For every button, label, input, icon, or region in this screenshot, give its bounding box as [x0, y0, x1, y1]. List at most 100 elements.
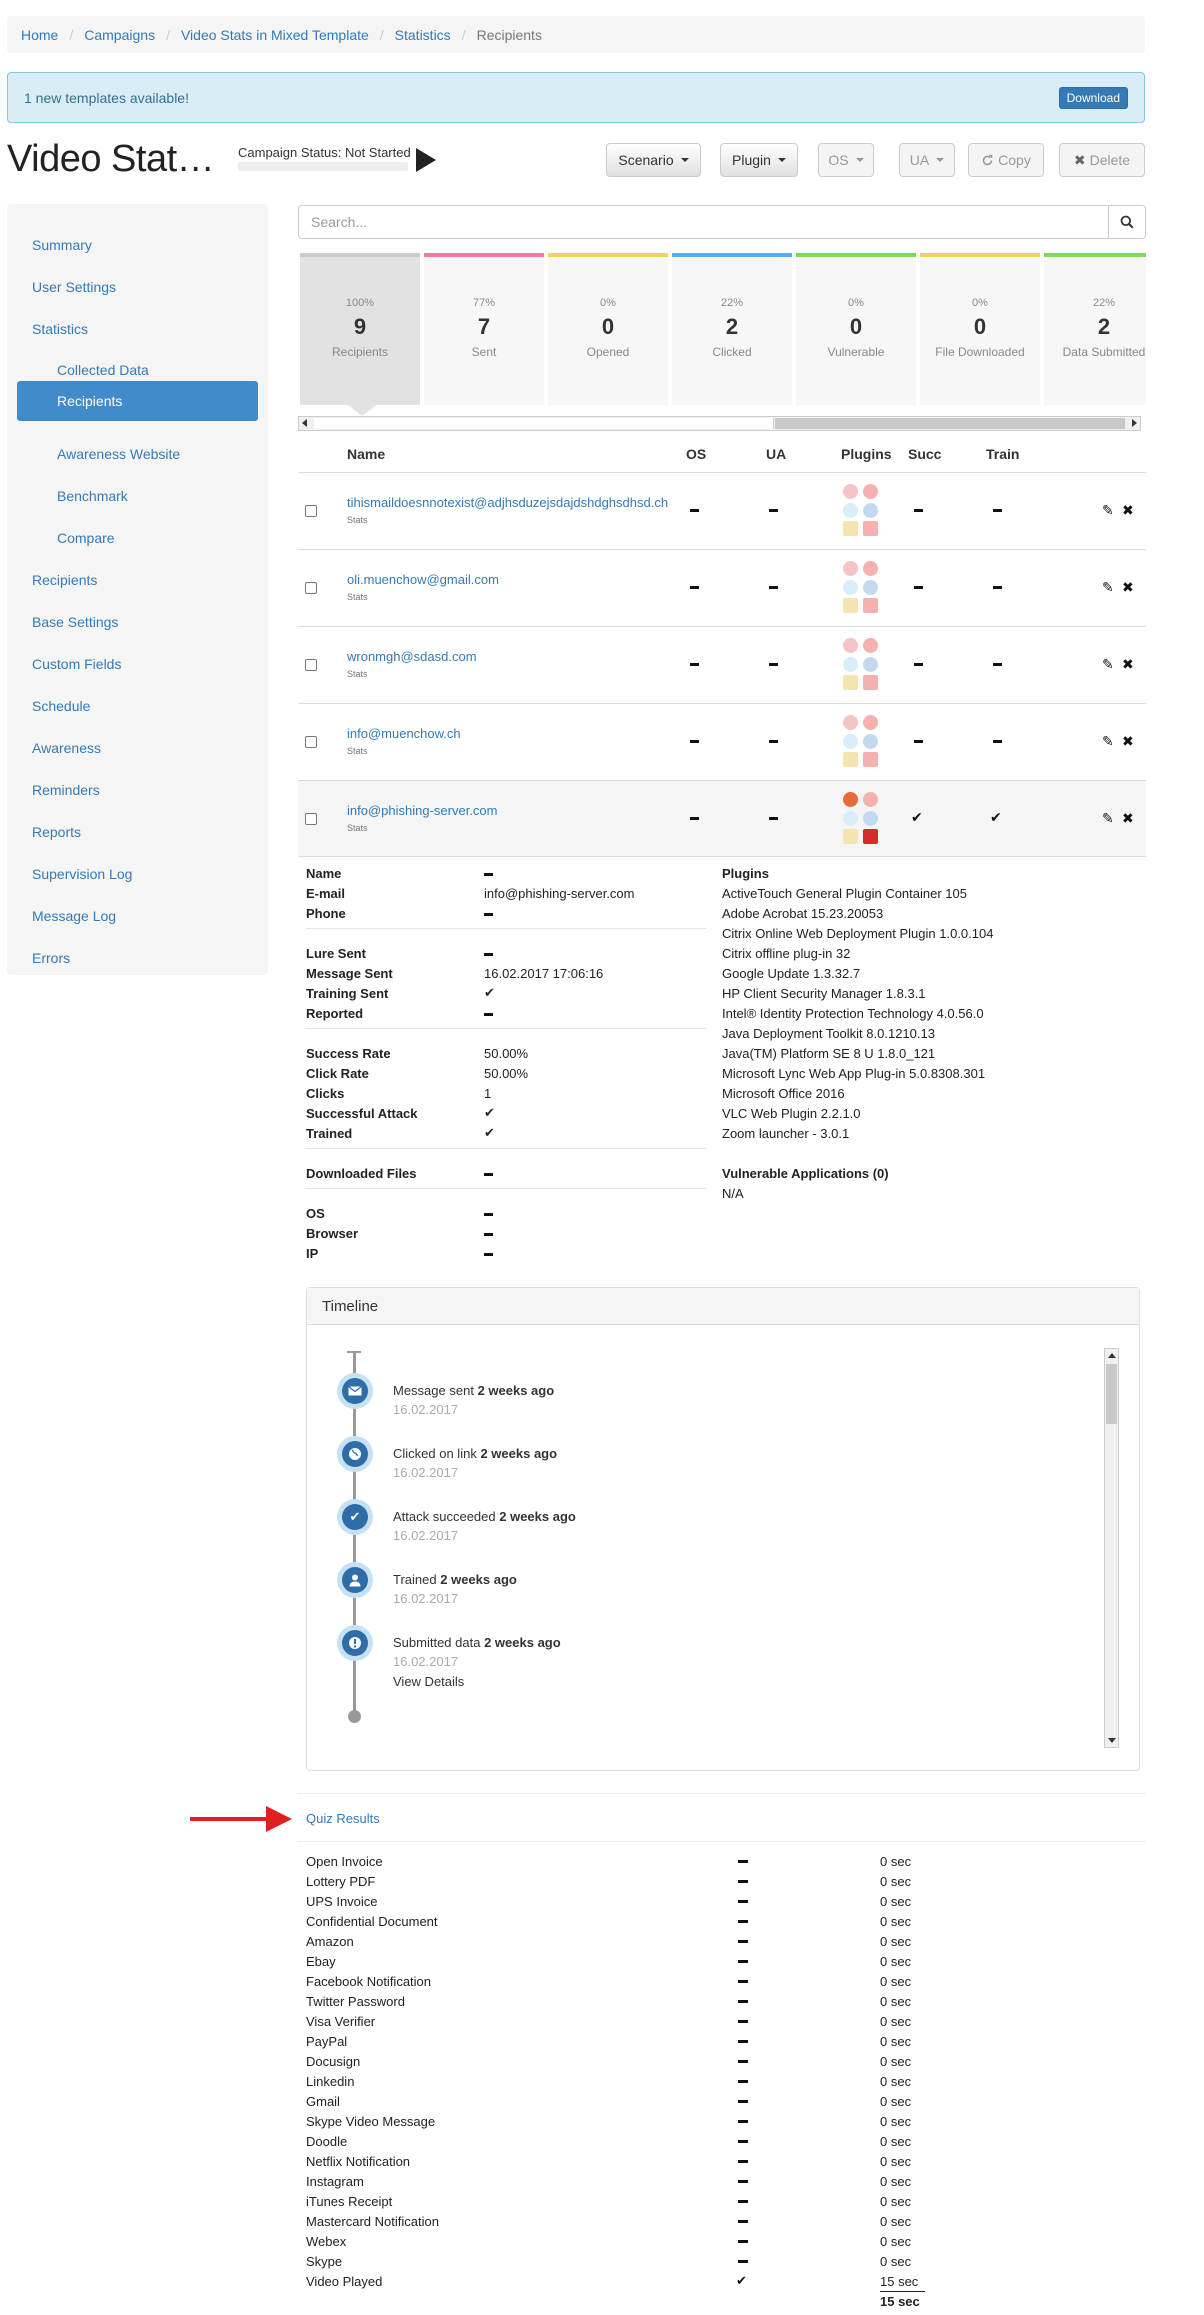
sidebar-item-supervision-log[interactable]: Supervision Log — [7, 854, 268, 894]
table-row[interactable]: wronmgh@sdasd.com Stats ✎ ✖ — [298, 626, 1146, 703]
delete-icon[interactable]: ✖ — [1122, 733, 1134, 750]
stat-sent[interactable]: 77% 7 Sent — [424, 253, 544, 405]
sidebar-item-user-settings[interactable]: User Settings — [7, 267, 268, 307]
sidebar-item-recipients-active[interactable]: Recipients — [17, 381, 258, 421]
recipient-email-link[interactable]: info@phishing-server.com — [347, 803, 497, 818]
row-checkbox[interactable] — [305, 505, 317, 517]
column-header-ua[interactable]: UA — [766, 446, 786, 462]
breadcrumb-campaign[interactable]: Video Stats in Mixed Template — [181, 27, 369, 43]
column-header-train[interactable]: Train — [986, 446, 1019, 462]
delete-icon[interactable]: ✖ — [1122, 656, 1134, 673]
stat-percent: 0% — [972, 297, 988, 309]
stat-opened[interactable]: 0% 0 Opened — [548, 253, 668, 405]
silverlight-icon — [843, 657, 858, 672]
plugin-icons-faded — [841, 561, 885, 615]
quiz-item-name: Linkedin — [306, 2074, 355, 2089]
empty-dash — [484, 1173, 493, 1177]
table-row[interactable]: oli.muenchow@gmail.com Stats ✎ ✖ — [298, 549, 1146, 626]
row-checkbox[interactable] — [305, 582, 317, 594]
sidebar-item-message-log[interactable]: Message Log — [7, 896, 268, 936]
quiz-item-status-dash — [738, 1960, 748, 1963]
scroll-left-icon[interactable] — [302, 419, 307, 427]
plugin-item: Intel® Identity Protection Technology 4.… — [722, 1006, 984, 1021]
plugin-item: Java Deployment Toolkit 8.0.1210.13 — [722, 1026, 935, 1041]
recipient-email-link[interactable]: info@muenchow.ch — [347, 726, 461, 741]
quiz-item-time: 0 sec — [880, 2154, 912, 2169]
timeline-scrollbar[interactable] — [1104, 1348, 1119, 1748]
stat-label: Opened — [586, 345, 630, 359]
empty-dash — [484, 953, 493, 957]
edit-icon[interactable]: ✎ — [1102, 579, 1114, 596]
table-row[interactable]: info@muenchow.ch Stats ✎ ✖ — [298, 703, 1146, 780]
sidebar-item-compare[interactable]: Compare — [7, 518, 268, 558]
breadcrumb-statistics[interactable]: Statistics — [395, 27, 451, 43]
quiz-item-time: 0 sec — [880, 2134, 912, 2149]
column-header-plugins[interactable]: Plugins — [841, 446, 892, 462]
scrollbar-thumb[interactable] — [314, 418, 774, 429]
edit-icon[interactable]: ✎ — [1102, 810, 1114, 827]
scroll-down-icon[interactable] — [1108, 1738, 1116, 1743]
sidebar-item-awareness[interactable]: Awareness — [7, 728, 268, 768]
media-player-icon — [843, 598, 858, 613]
column-header-name[interactable]: Name — [347, 446, 385, 462]
scroll-right-icon[interactable] — [1132, 419, 1137, 427]
view-details-link[interactable]: View Details — [393, 1674, 464, 1689]
pdf-icon — [863, 598, 878, 613]
breadcrumb-home[interactable]: Home — [21, 27, 58, 43]
horizontal-scrollbar[interactable] — [298, 416, 1141, 431]
stat-vulnerable[interactable]: 0% 0 Vulnerable — [796, 253, 916, 405]
play-icon[interactable] — [416, 148, 436, 172]
ua-button[interactable]: UA — [899, 143, 955, 177]
sidebar-item-errors[interactable]: Errors — [7, 938, 268, 978]
download-button[interactable]: Download — [1058, 86, 1128, 109]
sidebar-item-base-settings[interactable]: Base Settings — [7, 602, 268, 642]
table-row[interactable]: tihismaildoesnnotexist@adjhsduzejsdajdsh… — [298, 472, 1146, 549]
sidebar-item-reminders[interactable]: Reminders — [7, 770, 268, 810]
table-row-selected[interactable]: info@phishing-server.com Stats ✔ ✔ ✎ ✖ — [298, 780, 1146, 857]
quiz-item-time: 0 sec — [880, 2234, 912, 2249]
stat-recipients[interactable]: 100% 9 Recipients — [300, 253, 420, 405]
caret-down-icon — [680, 158, 689, 162]
java-icon — [843, 792, 858, 807]
sidebar-item-awareness-website[interactable]: Awareness Website — [7, 434, 268, 474]
quiz-item-status-dash — [738, 2180, 748, 2183]
stat-file-downloaded[interactable]: 0% 0 File Downloaded — [920, 253, 1040, 405]
flash-icon — [863, 561, 878, 576]
search-input[interactable] — [298, 205, 1108, 239]
edit-icon[interactable]: ✎ — [1102, 733, 1114, 750]
search-button[interactable] — [1108, 205, 1146, 239]
delete-icon[interactable]: ✖ — [1122, 579, 1134, 596]
delete-icon[interactable]: ✖ — [1122, 810, 1134, 827]
sidebar-item-summary[interactable]: Summary — [7, 225, 268, 265]
scroll-up-icon[interactable] — [1108, 1353, 1116, 1358]
sidebar-item-benchmark[interactable]: Benchmark — [7, 476, 268, 516]
row-checkbox[interactable] — [305, 659, 317, 671]
column-header-succ[interactable]: Succ — [908, 446, 941, 462]
plugin-button[interactable]: Plugin — [720, 143, 798, 177]
recipient-email-link[interactable]: oli.muenchow@gmail.com — [347, 572, 499, 587]
edit-icon[interactable]: ✎ — [1102, 502, 1114, 519]
row-checkbox[interactable] — [305, 736, 317, 748]
edit-icon[interactable]: ✎ — [1102, 656, 1114, 673]
sidebar-item-custom-fields[interactable]: Custom Fields — [7, 644, 268, 684]
delete-icon[interactable]: ✖ — [1122, 502, 1134, 519]
quiz-item-time: 0 sec — [880, 1954, 912, 1969]
breadcrumb-campaigns[interactable]: Campaigns — [84, 27, 155, 43]
os-button[interactable]: OS — [818, 143, 874, 177]
sidebar-item-reports[interactable]: Reports — [7, 812, 268, 852]
sidebar-item-statistics[interactable]: Statistics — [7, 309, 268, 349]
delete-button[interactable]: ✖ Delete — [1059, 143, 1145, 177]
sidebar-item-schedule[interactable]: Schedule — [7, 686, 268, 726]
scrollbar-thumb[interactable] — [1106, 1364, 1117, 1424]
recipient-email-link[interactable]: tihismaildoesnnotexist@adjhsduzejsdajdsh… — [347, 495, 668, 510]
quiz-results-link[interactable]: Quiz Results — [306, 1811, 380, 1826]
stat-data-submitted[interactable]: 22% 2 Data Submitted — [1044, 253, 1146, 405]
recipient-email-link[interactable]: wronmgh@sdasd.com — [347, 649, 477, 664]
scenario-button[interactable]: Scenario — [606, 143, 701, 177]
column-header-os[interactable]: OS — [686, 446, 706, 462]
sidebar-item-recipients[interactable]: Recipients — [7, 560, 268, 600]
page-title: Video Stat… — [7, 138, 215, 180]
stat-clicked[interactable]: 22% 2 Clicked — [672, 253, 792, 405]
row-checkbox[interactable] — [305, 813, 317, 825]
copy-button[interactable]: Copy — [968, 143, 1044, 177]
